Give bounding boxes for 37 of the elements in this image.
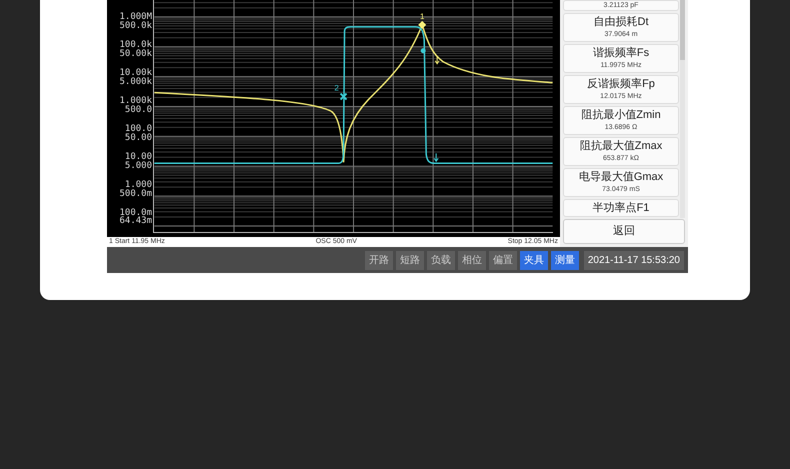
parameter-title: 半功率点F1 <box>592 200 650 216</box>
toolbar-button[interactable]: 短路 <box>396 250 424 270</box>
axis-label: 500.0m <box>119 190 152 199</box>
axis-label: 100.0 <box>124 125 152 134</box>
parameter-title: 谐振频率Fs <box>592 46 650 61</box>
toolbar-button[interactable]: 负载 <box>426 250 455 270</box>
parameter-title: 阻抗最小值Zmin <box>581 108 661 123</box>
toolbar-button[interactable]: 夹具 <box>520 250 548 270</box>
back-button[interactable]: 返回 <box>563 219 685 244</box>
parameter-card[interactable]: 半功率点F1 <box>563 199 679 217</box>
axis-label: 1.000 <box>124 181 152 190</box>
parameter-title: 自由损耗Dt <box>594 15 648 30</box>
marker-label: 1 <box>420 12 424 21</box>
scrollbar[interactable] <box>680 0 685 218</box>
axis-label: 500.0k <box>119 22 152 31</box>
axis-label: 1.000k <box>119 97 152 106</box>
parameter-title: 阻抗最大值Zmax <box>580 139 662 154</box>
axis-label: 10.00k <box>119 69 152 78</box>
axis-label: 100.0k <box>119 41 152 50</box>
toolbar-button[interactable]: 测量 <box>550 250 579 270</box>
toolbar-button[interactable]: 相位 <box>458 250 486 270</box>
axis-label: 10.00 <box>124 153 152 162</box>
toolbar-button[interactable]: 偏置 <box>488 250 517 270</box>
marker-label: 2 <box>334 84 339 93</box>
marker-cross-icon <box>340 92 348 101</box>
axis-label: 1.000M <box>119 13 152 22</box>
marker-diamond-icon <box>418 20 426 29</box>
axis-label: 50.00 <box>124 134 152 143</box>
axis-label: 5.000 <box>124 162 152 171</box>
axis-label: 50.00k <box>119 50 152 59</box>
parameter-title: 反谐振频率Fp <box>587 76 655 92</box>
axis-label: 500.0 <box>124 106 152 115</box>
toolbar-button[interactable]: 开路 <box>364 250 393 270</box>
axis-label: 64.43m <box>119 218 152 225</box>
parameter-title: 电导最大值Gmax <box>578 170 664 185</box>
datetime-display: 2021-11-17 15:53:20 <box>584 250 684 270</box>
axis-label: 5.000k <box>119 78 152 87</box>
